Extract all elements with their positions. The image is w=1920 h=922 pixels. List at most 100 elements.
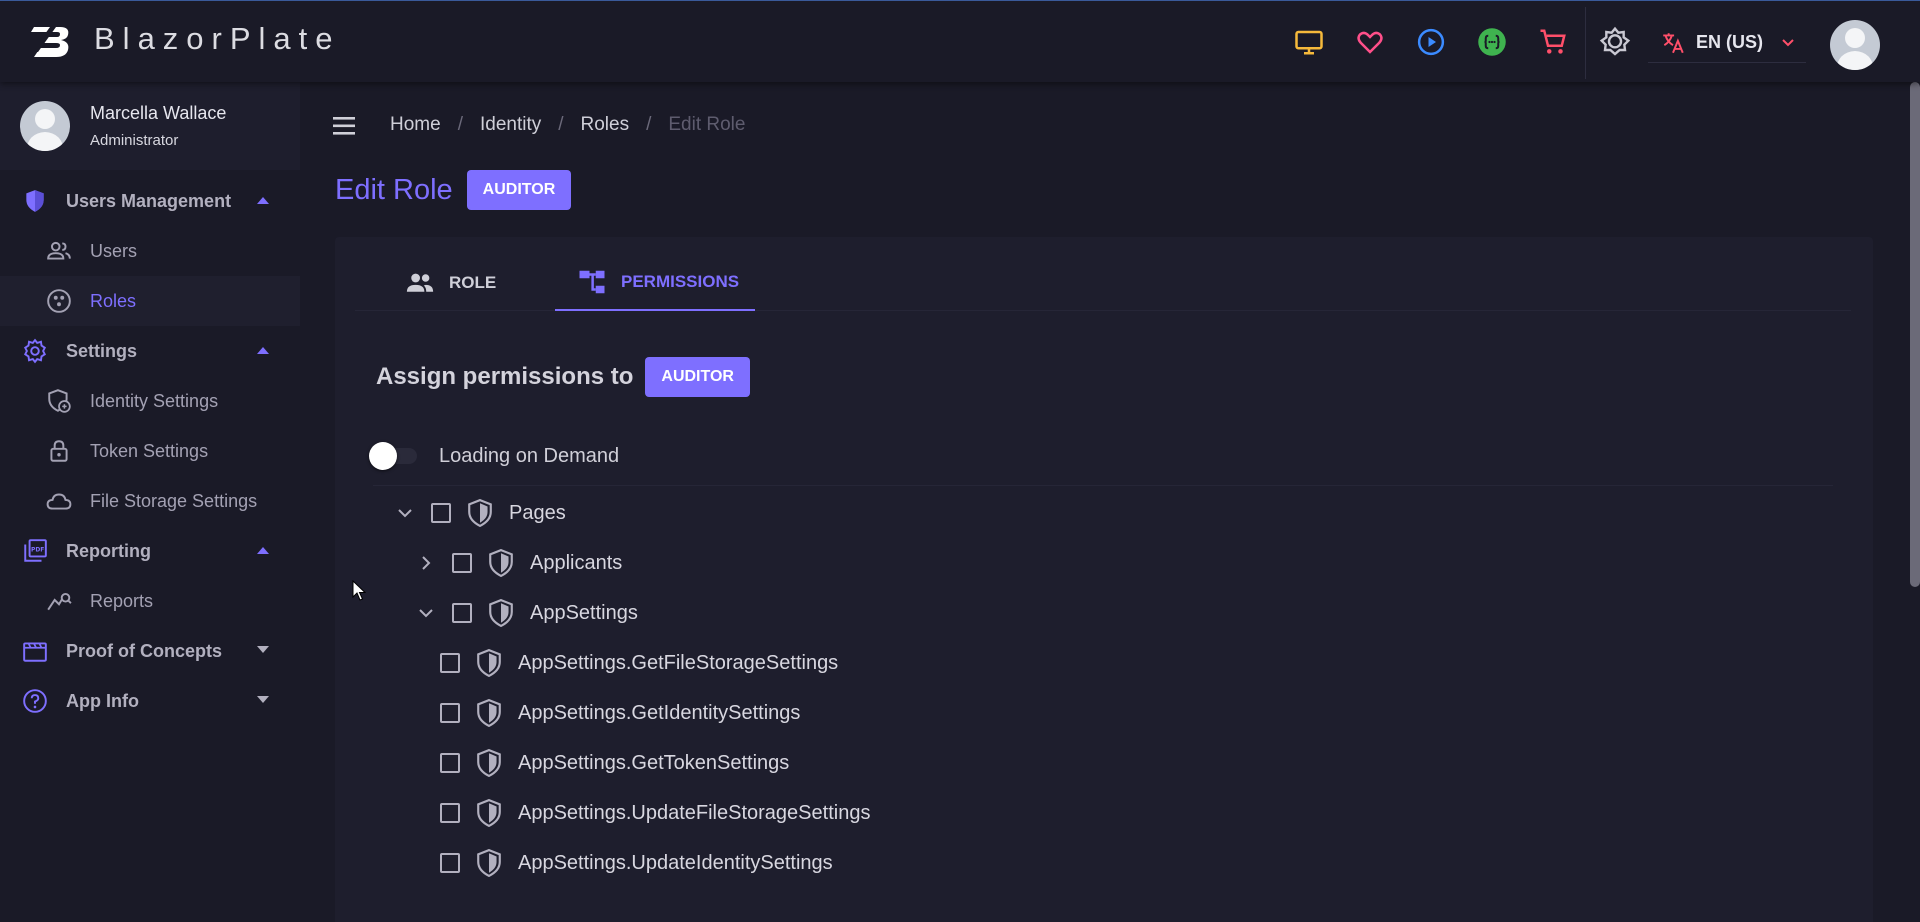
- user-profile[interactable]: Marcella Wallace Administrator: [0, 82, 300, 170]
- favorite-button[interactable]: [1349, 21, 1391, 63]
- tree-node[interactable]: AppSettings.GetIdentitySettings: [440, 691, 800, 735]
- divider: [373, 485, 1833, 486]
- language-selector[interactable]: EN (US): [1648, 23, 1806, 63]
- tree-node[interactable]: AppSettings.GetFileStorageSettings: [440, 641, 838, 685]
- tab-role[interactable]: ROLE: [405, 255, 496, 311]
- chevron-right-icon[interactable]: [414, 551, 438, 575]
- api-button[interactable]: [1471, 21, 1513, 63]
- shield-icon: [477, 649, 501, 677]
- tree-node-checkbox[interactable]: [440, 703, 460, 723]
- nav-group-label: App Info: [66, 690, 139, 711]
- caret-up-icon: [257, 547, 269, 554]
- shield-icon: [489, 599, 513, 627]
- help-icon: [23, 689, 47, 713]
- tree-node-label: AppSettings: [530, 601, 638, 624]
- theme-toggle-button[interactable]: [1594, 21, 1636, 63]
- language-label: EN (US): [1696, 32, 1763, 52]
- tree-node-checkbox[interactable]: [440, 753, 460, 773]
- role-chip: AUDITOR: [645, 357, 750, 397]
- monitor-button[interactable]: [1288, 21, 1330, 63]
- api-icon: [1478, 28, 1506, 56]
- person-icon: [26, 109, 64, 151]
- caret-up-icon: [257, 197, 269, 204]
- sidebar-item-identity-settings[interactable]: Identity Settings: [0, 376, 300, 426]
- switch-track[interactable]: [369, 442, 417, 470]
- nav-group-settings[interactable]: Settings: [0, 326, 300, 376]
- tree-node[interactable]: AppSettings.UpdateIdentitySettings: [440, 841, 833, 885]
- breadcrumb-identity[interactable]: Identity: [480, 114, 541, 136]
- tree-node-checkbox[interactable]: [452, 603, 472, 623]
- play-button[interactable]: [1410, 21, 1452, 63]
- sidebar-item-reports[interactable]: Reports: [0, 576, 300, 626]
- breadcrumb-home[interactable]: Home: [390, 114, 441, 136]
- main-content: Home / Identity / Roles / Edit Role Edit…: [300, 82, 1920, 922]
- nav-group-users-management[interactable]: Users Management: [0, 176, 300, 226]
- sidebar: Marcella Wallace Administrator Users Man…: [0, 82, 300, 922]
- menu-icon[interactable]: [330, 114, 360, 138]
- person-icon: [1836, 28, 1874, 70]
- roles-icon: [47, 289, 71, 313]
- tree-node-checkbox[interactable]: [452, 553, 472, 573]
- chart-search-icon: [47, 592, 72, 611]
- caret-up-icon: [257, 347, 269, 354]
- brand[interactable]: BlazorPlate: [30, 19, 341, 59]
- tree-node[interactable]: Pages: [393, 491, 566, 535]
- tree-node[interactable]: AppSettings.GetTokenSettings: [440, 741, 789, 785]
- sidebar-item-file-storage-settings[interactable]: File Storage Settings: [0, 476, 300, 526]
- appbar-divider: [1585, 7, 1586, 79]
- tab-label: PERMISSIONS: [621, 272, 740, 291]
- user-role: Administrator: [90, 132, 179, 149]
- sidebar-item-users[interactable]: Users: [0, 226, 300, 276]
- shield-icon: [477, 749, 501, 777]
- nav-group-label: Users Management: [66, 190, 232, 211]
- sidebar-item-label: Users: [90, 240, 138, 261]
- app-bar: BlazorPlate EN (US): [0, 0, 1920, 82]
- page-header: Edit Role AUDITOR: [335, 170, 572, 210]
- page-scrollbar[interactable]: [1910, 82, 1920, 587]
- user-name: Marcella Wallace: [90, 103, 227, 123]
- sidebar-item-token-settings[interactable]: Token Settings: [0, 426, 300, 476]
- nav-group-label: Reporting: [66, 540, 151, 561]
- breadcrumb-separator: /: [646, 114, 652, 135]
- tree-node-checkbox[interactable]: [440, 803, 460, 823]
- movie-icon: [23, 642, 47, 662]
- monitor-icon: [1295, 30, 1323, 55]
- cloud-icon: [46, 493, 72, 510]
- cart-icon: [1540, 29, 1566, 54]
- edit-role-card: ROLE PERMISSIONS Assign permissions to A…: [335, 237, 1873, 922]
- switch-knob[interactable]: [369, 442, 397, 470]
- sidebar-item-label: Identity Settings: [90, 390, 219, 411]
- sidebar-item-label: Reports: [90, 590, 154, 611]
- tree-node[interactable]: AppSettings: [414, 591, 638, 635]
- tree-node-label: AppSettings.UpdateIdentitySettings: [518, 851, 833, 874]
- account-tree-icon: [579, 270, 605, 294]
- nav-group-proof-of-concepts[interactable]: Proof of Concepts: [0, 626, 300, 676]
- play-icon: [1417, 28, 1445, 56]
- cart-button[interactable]: [1532, 21, 1574, 63]
- lock-icon: [50, 440, 68, 462]
- breadcrumb-roles[interactable]: Roles: [581, 114, 630, 136]
- shield-icon: [489, 549, 513, 577]
- sidebar-item-label: Token Settings: [90, 440, 209, 461]
- sidebar-item-roles[interactable]: Roles: [0, 276, 300, 326]
- chevron-down-icon[interactable]: [414, 601, 438, 625]
- nav-group-app-info[interactable]: App Info: [0, 676, 300, 726]
- nav-group-label: Proof of Concepts: [66, 640, 222, 661]
- tree-node-checkbox[interactable]: [440, 653, 460, 673]
- loading-on-demand-switch[interactable]: Loading on Demand: [369, 435, 619, 477]
- brightness-icon: [1599, 26, 1631, 56]
- nav-group-reporting[interactable]: PDF Reporting: [0, 526, 300, 576]
- tree-node-checkbox[interactable]: [431, 503, 451, 523]
- tree-node-checkbox[interactable]: [440, 853, 460, 873]
- page-title: Edit Role: [335, 173, 453, 206]
- chevron-down-icon[interactable]: [393, 501, 417, 525]
- tab-bar: ROLE PERMISSIONS: [355, 255, 1851, 311]
- avatar: [20, 101, 70, 151]
- tab-permissions[interactable]: PERMISSIONS: [555, 255, 755, 311]
- account-avatar[interactable]: [1830, 20, 1880, 70]
- permissions-header: Assign permissions to AUDITOR: [376, 357, 750, 397]
- tree-node[interactable]: Applicants: [414, 541, 622, 585]
- tree-node[interactable]: AppSettings.UpdateFileStorageSettings: [440, 791, 870, 835]
- shield-icon: [468, 499, 492, 527]
- sidebar-item-label: Roles: [90, 290, 137, 311]
